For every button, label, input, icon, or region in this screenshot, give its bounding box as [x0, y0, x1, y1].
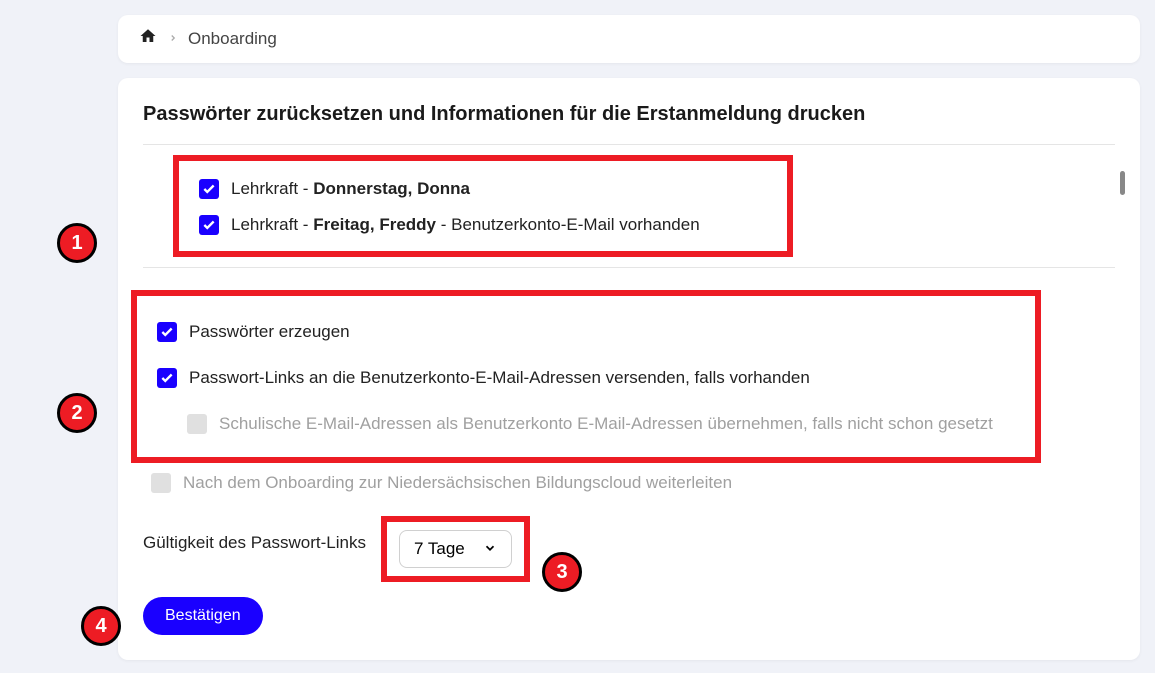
breadcrumb: Onboarding — [118, 15, 1140, 63]
checkbox-user-1[interactable] — [199, 179, 219, 199]
option-row-send-links: Passwort-Links an die Benutzerkonto-E-Ma… — [157, 350, 1015, 396]
home-icon[interactable] — [138, 27, 158, 51]
annotation-badge-4: 4 — [81, 606, 121, 646]
option-label: Passwort-Links an die Benutzerkonto-E-Ma… — [189, 368, 810, 388]
highlight-box-validity: 7 Tage — [381, 516, 530, 582]
breadcrumb-current: Onboarding — [188, 29, 277, 49]
annotation-badge-3: 3 — [542, 552, 582, 592]
option-row-generate: Passwörter erzeugen — [157, 314, 1015, 350]
user-row: Lehrkraft - Freitag, Freddy - Benutzerko… — [199, 207, 767, 243]
user-label: Lehrkraft - Donnerstag, Donna — [231, 179, 470, 199]
user-label: Lehrkraft - Freitag, Freddy - Benutzerko… — [231, 215, 700, 235]
page-title: Passwörter zurücksetzen und Informatione… — [143, 103, 1115, 145]
scrollbar-thumb[interactable] — [1120, 171, 1125, 195]
annotation-badge-2: 2 — [57, 393, 97, 433]
option-label: Nach dem Onboarding zur Niedersächsische… — [183, 473, 732, 493]
highlight-box-users: Lehrkraft - Donnerstag, Donna Lehrkraft … — [173, 155, 793, 257]
highlight-box-options: Passwörter erzeugen Passwort-Links an di… — [131, 290, 1041, 463]
validity-label: Gültigkeit des Passwort-Links — [143, 533, 366, 553]
annotation-badge-1: 1 — [57, 223, 97, 263]
validity-value: 7 Tage — [414, 539, 465, 559]
chevron-down-icon — [483, 541, 497, 558]
checkbox-redirect-nbc[interactable] — [151, 473, 171, 493]
option-label: Schulische E-Mail-Adressen als Benutzerk… — [219, 414, 993, 434]
confirm-button[interactable]: Bestätigen — [143, 597, 263, 635]
main-panel: Passwörter zurücksetzen und Informatione… — [118, 78, 1140, 660]
chevron-right-icon — [168, 31, 178, 48]
option-row-adopt-email: Schulische E-Mail-Adressen als Benutzerk… — [157, 396, 1015, 442]
validity-select[interactable]: 7 Tage — [399, 530, 512, 568]
checkbox-send-links[interactable] — [157, 368, 177, 388]
option-row-redirect: Nach dem Onboarding zur Niedersächsische… — [143, 463, 1115, 493]
user-row: Lehrkraft - Donnerstag, Donna — [199, 171, 767, 207]
checkbox-generate-passwords[interactable] — [157, 322, 177, 342]
checkbox-adopt-school-email[interactable] — [187, 414, 207, 434]
checkbox-user-2[interactable] — [199, 215, 219, 235]
option-label: Passwörter erzeugen — [189, 322, 350, 342]
divider — [143, 267, 1115, 268]
